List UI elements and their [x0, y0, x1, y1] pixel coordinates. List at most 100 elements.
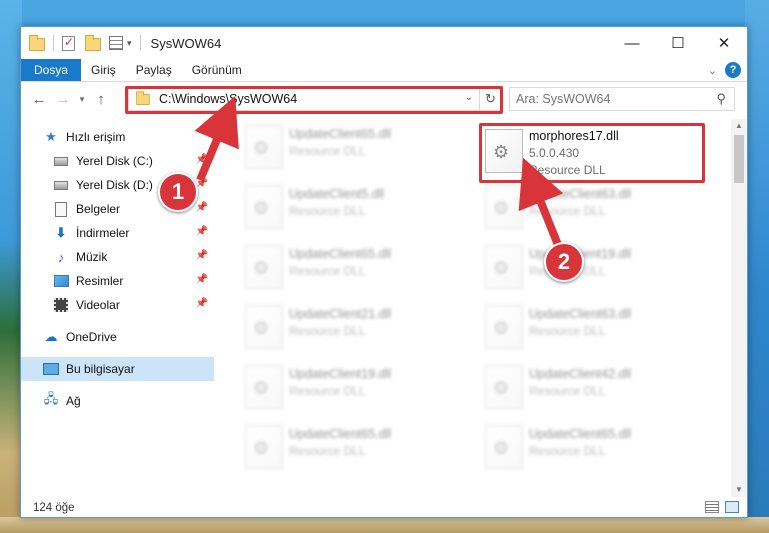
search-box[interactable]: ⚲: [509, 87, 735, 111]
close-button[interactable]: ✕: [701, 27, 747, 59]
file-name: UpdateClient65.dll: [529, 427, 632, 441]
dll-file-icon: [245, 425, 283, 469]
sidebar-item-label: Videolar: [76, 298, 120, 312]
file-name: morphores17.dll: [529, 129, 619, 143]
maximize-button[interactable]: ☐: [655, 27, 701, 59]
address-bar[interactable]: C:\Windows\SysWOW64 ⌄: [128, 87, 480, 111]
videos-icon: [53, 297, 69, 313]
dll-file-icon: [245, 365, 283, 409]
file-name: UpdateClient21.dll: [289, 307, 392, 321]
tab-file[interactable]: Dosya: [21, 59, 82, 81]
download-icon: ⬇: [55, 225, 67, 240]
desktop-background-left: [0, 0, 22, 533]
search-icon[interactable]: ⚲: [716, 91, 726, 107]
file-tile[interactable]: UpdateClient65.dll Resource DLL: [239, 119, 469, 175]
refresh-button[interactable]: ↻: [480, 87, 502, 111]
sidebar-item-label: Bu bilgisayar: [66, 362, 135, 376]
file-name: UpdateClient42.dll: [529, 367, 632, 381]
file-version: 5.0.0.430: [529, 146, 580, 160]
pin-icon[interactable]: 📌: [196, 154, 208, 165]
document-icon: [53, 201, 69, 217]
sidebar-item-label: Hızlı erişim: [66, 130, 126, 144]
back-arrow-icon[interactable]: ←: [27, 91, 51, 108]
properties-check-icon[interactable]: [62, 35, 75, 51]
file-tile[interactable]: UpdateClient19.dll Resource DLL: [239, 359, 469, 415]
dll-file-icon: [485, 185, 523, 229]
file-tile[interactable]: UpdateClient65.dll Resource DLL: [239, 239, 469, 295]
pin-icon[interactable]: 📌: [196, 298, 208, 309]
file-tile[interactable]: UpdateClient63.dll Resource DLL: [479, 299, 709, 355]
file-type: Resource DLL: [289, 444, 366, 458]
dll-file-icon: [485, 129, 523, 173]
forward-arrow-icon[interactable]: →: [51, 91, 75, 108]
pin-icon[interactable]: 📌: [196, 202, 208, 213]
sidebar-item-music[interactable]: ♪ Müzik 📌: [21, 245, 214, 269]
up-arrow-icon[interactable]: ↑: [89, 91, 113, 108]
details-view-icon[interactable]: [705, 501, 719, 513]
computer-icon: [43, 361, 59, 377]
sidebar-item-pictures[interactable]: Resimler 📌: [21, 269, 214, 293]
dll-file-icon: [245, 305, 283, 349]
cloud-icon: ☁: [44, 329, 58, 344]
sidebar-item-local-disk-c[interactable]: Yerel Disk (C:) 📌: [21, 149, 214, 173]
desktop-background-right: [745, 0, 769, 533]
folder-icon[interactable]: [29, 35, 45, 51]
file-type: Resource DLL: [529, 444, 606, 458]
file-type: Resource DLL: [289, 204, 366, 218]
tab-share[interactable]: Paylaş: [126, 59, 182, 81]
sidebar-item-network[interactable]: 🖧 Ağ: [21, 389, 214, 413]
chevron-down-icon[interactable]: ⌄: [708, 64, 717, 77]
tab-view[interactable]: Görünüm: [182, 59, 252, 81]
file-tile-highlighted[interactable]: morphores17.dll 5.0.0.430 Resource DLL: [479, 123, 709, 179]
sidebar-item-quick-access[interactable]: ★ Hızlı erişim: [21, 125, 214, 149]
star-icon: ★: [45, 129, 57, 144]
sidebar-item-videos[interactable]: Videolar 📌: [21, 293, 214, 317]
file-tile[interactable]: UpdateClient5.dll Resource DLL: [239, 179, 469, 235]
file-tile[interactable]: UpdateClient21.dll Resource DLL: [239, 299, 469, 355]
pin-icon[interactable]: 📌: [196, 274, 208, 285]
dll-file-icon: [245, 125, 283, 169]
pin-icon[interactable]: 📌: [196, 226, 208, 237]
callout-step-1: 1: [158, 172, 198, 212]
large-icons-view-icon[interactable]: [725, 501, 739, 513]
quick-access-toolbar: ▾: [21, 35, 145, 51]
sidebar-item-label: İndirmeler: [76, 226, 130, 240]
scroll-down-icon[interactable]: ▼: [731, 483, 747, 497]
item-count: 124 öğe: [33, 501, 75, 514]
folder-icon: [136, 90, 150, 105]
dll-file-icon: [245, 245, 283, 289]
new-folder-icon[interactable]: [85, 35, 101, 51]
file-tile[interactable]: UpdateClient65.dll Resource DLL: [239, 419, 469, 475]
recent-locations-chevron-icon[interactable]: ▾: [75, 94, 89, 105]
sidebar-item-downloads[interactable]: ⬇ İndirmeler 📌: [21, 221, 214, 245]
tab-home[interactable]: Giriş: [81, 59, 126, 81]
ribbon-right-controls: ⌄ ?: [708, 62, 741, 78]
scrollbar-thumb[interactable]: [734, 135, 744, 183]
scroll-up-icon[interactable]: ▲: [731, 119, 747, 133]
file-tile[interactable]: UpdateClient63.dll Resource DLL: [479, 179, 709, 235]
file-type: Resource DLL: [289, 264, 366, 278]
file-tile[interactable]: UpdateClient42.dll Resource DLL: [479, 359, 709, 415]
minimize-button[interactable]: —: [609, 27, 655, 59]
sidebar-item-onedrive[interactable]: ☁ OneDrive: [21, 325, 214, 349]
sidebar-item-this-pc[interactable]: Bu bilgisayar: [21, 357, 214, 381]
file-name: UpdateClient65.dll: [289, 427, 392, 441]
search-input[interactable]: [516, 92, 696, 106]
file-type: Resource DLL: [289, 144, 366, 158]
customize-icon[interactable]: [109, 36, 123, 50]
vertical-scrollbar[interactable]: ▲ ▼: [731, 119, 747, 497]
file-tile[interactable]: UpdateClient65.dll Resource DLL: [479, 419, 709, 475]
file-list: UpdateClient65.dll Resource DLL UpdateCl…: [239, 119, 731, 489]
chevron-down-icon[interactable]: ⌄: [465, 92, 473, 103]
music-icon: ♪: [57, 249, 65, 265]
dll-file-icon: [485, 425, 523, 469]
file-type: Resource DLL: [529, 384, 606, 398]
pin-icon[interactable]: 📌: [196, 250, 208, 261]
disk-icon: [53, 153, 69, 169]
help-icon[interactable]: ?: [725, 62, 741, 78]
chevron-down-icon[interactable]: ▾: [127, 38, 132, 49]
file-name: UpdateClient63.dll: [529, 187, 632, 201]
status-bar: 124 öğe: [21, 497, 747, 518]
view-toggle: [705, 501, 739, 513]
file-tile[interactable]: UpdateClient19.dll Resource DLL: [479, 239, 709, 295]
